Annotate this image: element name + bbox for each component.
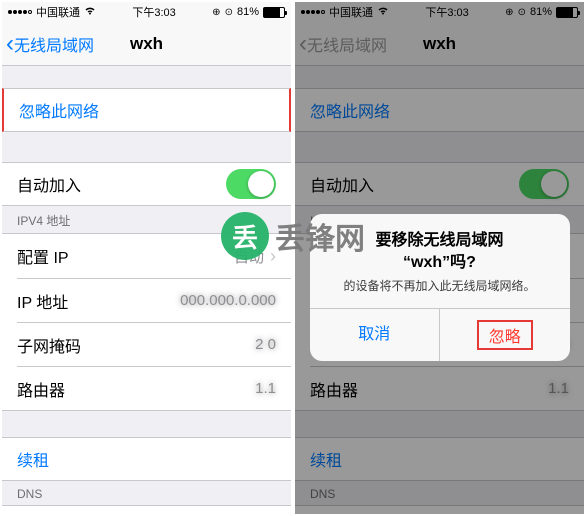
alert-message: 的设备将不再加入此无线局域网络。: [322, 277, 558, 294]
forget-network-label: 忽略此网络: [19, 98, 99, 122]
chevron-left-icon: ‹: [6, 32, 14, 56]
watermark-text: 丢锋网: [275, 214, 365, 258]
renew-lease-label: 续租: [17, 447, 49, 471]
orientation-lock-icon: ⊙: [225, 7, 233, 18]
router-cell: 路由器 1.1: [2, 366, 291, 410]
back-button[interactable]: ‹ 无线局域网: [2, 32, 94, 56]
watermark-logo-icon: 丢: [221, 212, 269, 260]
back-label: 无线局域网: [14, 32, 94, 56]
auto-join-cell[interactable]: 自动加入: [2, 162, 291, 206]
configure-ip-label: 配置 IP: [17, 244, 69, 268]
ip-address-cell: IP 地址 000.000.0.000: [2, 278, 291, 322]
status-bar: 中国联通 下午3:03 ⊕ ⊙ 81%: [2, 2, 291, 22]
ip-address-value: 000.000.0.000: [180, 292, 276, 309]
router-value: 1.1: [255, 380, 276, 397]
alarm-icon: ⊕: [212, 7, 220, 18]
page-title: wxh: [130, 34, 163, 54]
wifi-icon: [84, 6, 96, 18]
alert-forget-button[interactable]: 忽略: [439, 309, 570, 361]
battery-pct: 81%: [237, 6, 259, 18]
nav-bar: ‹ 无线局域网 wxh: [2, 22, 291, 66]
subnet-value: 2 0: [255, 336, 276, 353]
auto-join-label: 自动加入: [17, 172, 81, 196]
renew-lease-cell[interactable]: 续租: [2, 437, 291, 481]
subnet-label: 子网掩码: [17, 333, 81, 357]
signal-dots-icon: [8, 10, 32, 14]
battery-icon: [263, 7, 285, 18]
subnet-cell: 子网掩码 2 0: [2, 322, 291, 366]
forget-network-cell[interactable]: 忽略此网络: [2, 88, 291, 132]
configure-dns-cell[interactable]: 配置 DNS 自动 ›: [2, 505, 291, 514]
alert-cancel-button[interactable]: 取消: [310, 309, 440, 361]
status-time: 下午3:03: [132, 4, 175, 20]
router-label: 路由器: [17, 377, 65, 401]
carrier-label: 中国联通: [36, 4, 80, 20]
auto-join-toggle[interactable]: [226, 169, 276, 199]
dns-section-header: DNS: [2, 481, 291, 505]
watermark: 丢 丢锋网: [221, 212, 365, 260]
ip-address-label: IP 地址: [17, 289, 68, 313]
